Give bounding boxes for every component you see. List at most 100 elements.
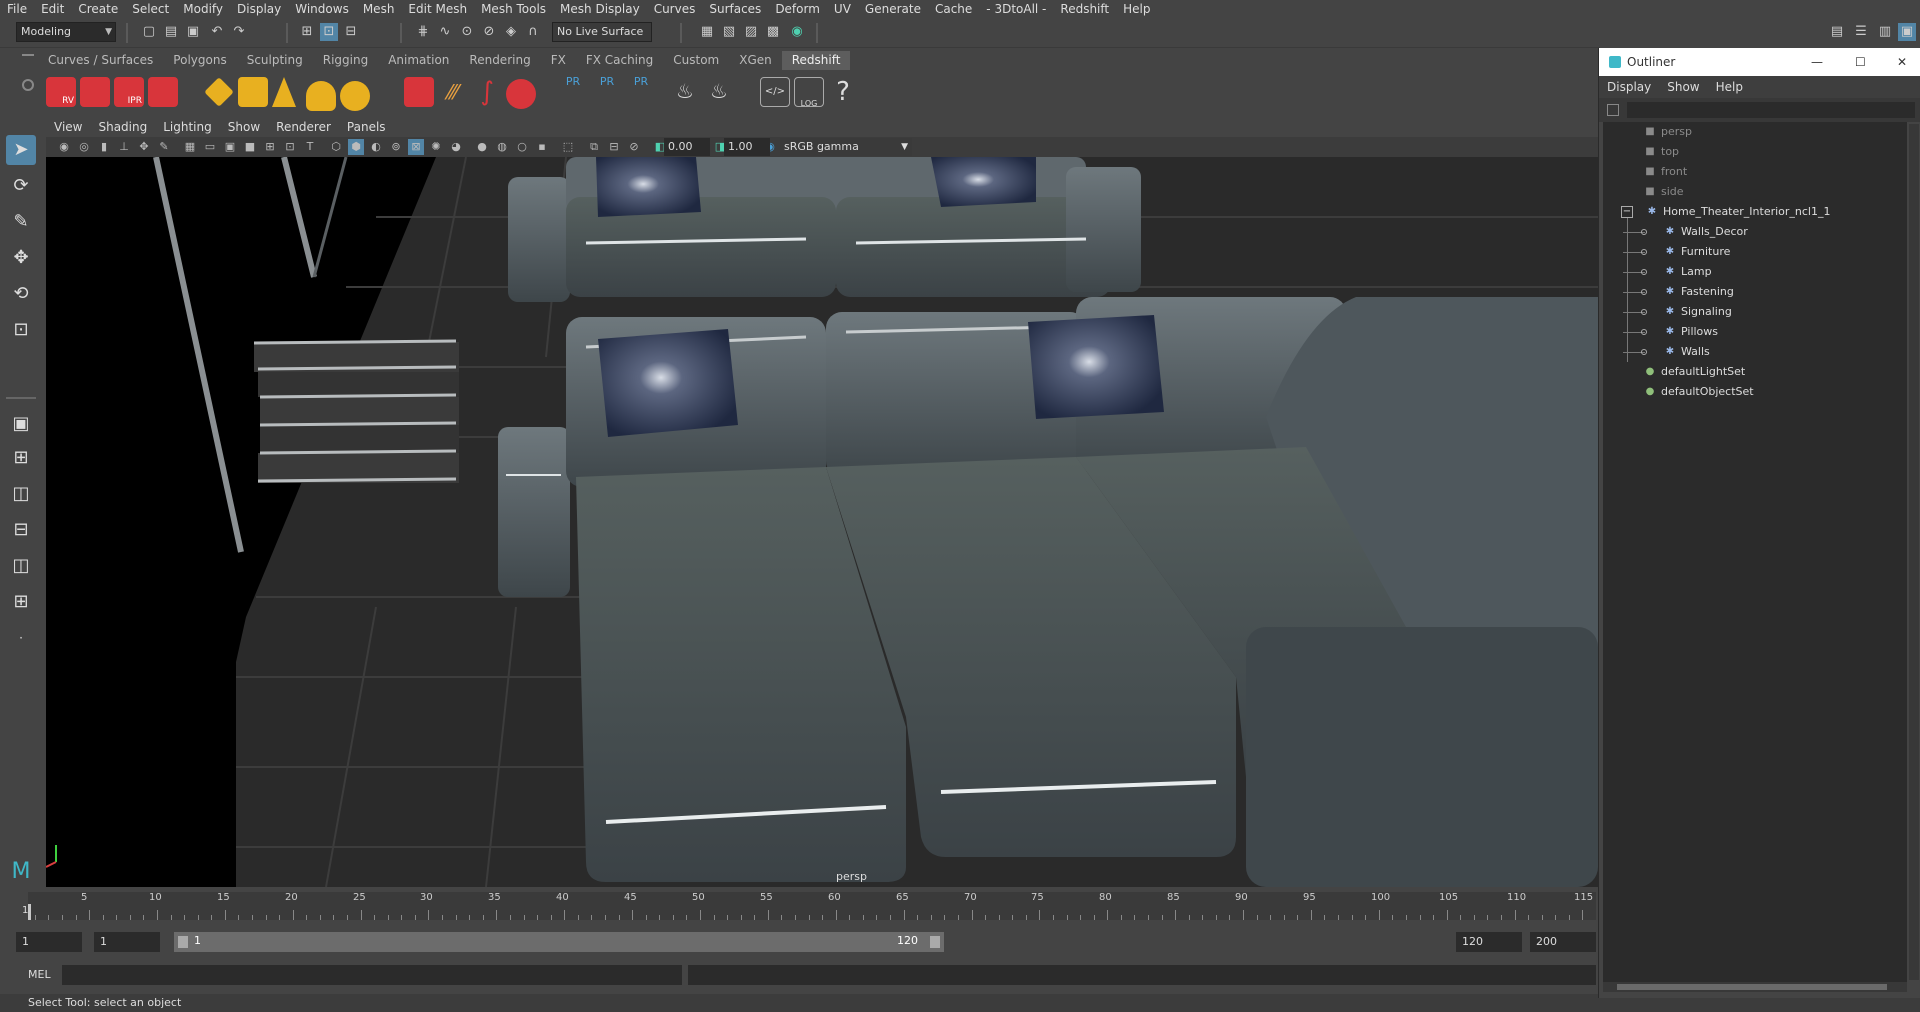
camera-attrs-icon[interactable]: ◎ [76, 139, 92, 155]
menu-item[interactable]: UV [827, 0, 858, 18]
shelf-tab[interactable]: Polygons [163, 51, 236, 70]
menu-item[interactable]: Display [230, 0, 288, 18]
menu-item[interactable]: Help [1116, 0, 1157, 18]
redshift-pr-cube-icon[interactable]: PR [558, 75, 588, 105]
shelf-tab[interactable]: Custom [663, 51, 729, 70]
redo-icon[interactable]: ↷ [230, 23, 248, 41]
select-object-icon[interactable]: ⊡ [320, 23, 338, 41]
close-icon[interactable]: ✕ [1897, 48, 1907, 76]
panel-menu-item[interactable]: Lighting [155, 120, 220, 134]
horizontal-scroll-thumb[interactable] [1617, 984, 1887, 990]
redshift-teapot-icon[interactable]: ♨ [670, 79, 700, 109]
uv-layout-icon[interactable]: ⊞ [6, 587, 36, 617]
menu-item[interactable]: Mesh [356, 0, 402, 18]
depth-of-field-icon[interactable]: ▪ [534, 139, 550, 155]
hypershade-layout-icon[interactable]: ◫ [6, 551, 36, 581]
menu-item[interactable]: Edit [34, 0, 71, 18]
menu-item[interactable]: - 3DtoAll - [979, 0, 1053, 18]
gamma-field[interactable]: 1.00 [724, 138, 770, 156]
redshift-teapot-alt-icon[interactable]: ♨ [704, 79, 734, 109]
paint-select-tool-icon[interactable]: ✎ [6, 207, 36, 237]
shelf-tab[interactable]: Sculpting [237, 51, 313, 70]
grease-pencil-icon[interactable]: ✎ [156, 139, 172, 155]
shelf-tab[interactable]: Rigging [313, 51, 378, 70]
outliner-vertical-scrollbar[interactable] [1909, 124, 1919, 980]
shelf-tab[interactable]: Animation [378, 51, 459, 70]
minimize-icon[interactable]: — [1811, 48, 1823, 76]
outliner-item[interactable]: ■ front [1643, 162, 1687, 182]
range-end-handle[interactable] [930, 936, 940, 948]
bookmark-icon[interactable]: ▮ [96, 139, 112, 155]
screen-space-ao-icon[interactable]: ● [474, 139, 490, 155]
attribute-editor-icon[interactable]: ☰ [1852, 23, 1870, 41]
outliner-persp-layout-icon[interactable]: ◫ [6, 479, 36, 509]
panel-menu-item[interactable]: View [46, 120, 90, 134]
ipr-render-icon[interactable]: ▨ [742, 23, 760, 41]
shelf-tab[interactable]: XGen [729, 51, 782, 70]
rotate-tool-icon[interactable]: ⟲ [6, 279, 36, 309]
shelf-tab[interactable]: Rendering [459, 51, 540, 70]
wireframe-on-shaded-icon[interactable]: ⊚ [388, 139, 404, 155]
redshift-dome-light-icon[interactable] [306, 81, 336, 111]
field-chart-icon[interactable]: ⊞ [262, 139, 278, 155]
panel-menu-item[interactable]: Shading [90, 120, 155, 134]
shelf-tab[interactable]: FX [541, 51, 576, 70]
render-view-icon[interactable]: ▦ [698, 23, 716, 41]
camera-select-icon[interactable]: ◉ [56, 139, 72, 155]
filter-icon[interactable] [1607, 104, 1619, 116]
motion-blur-icon[interactable]: ◍ [494, 139, 510, 155]
redshift-render-view-icon[interactable]: RV [46, 77, 76, 107]
xray-icon[interactable]: ⧉ [586, 139, 602, 155]
shadows-icon[interactable]: ◕ [448, 139, 464, 155]
menu-item[interactable]: Curves [647, 0, 703, 18]
outliner-menu-item[interactable]: Display [1599, 80, 1659, 94]
mel-input[interactable] [62, 965, 682, 985]
four-view-layout-icon[interactable]: ⊞ [6, 443, 36, 473]
menu-item[interactable]: Mesh Display [553, 0, 647, 18]
panel-menu-item[interactable]: Show [220, 120, 268, 134]
render-settings-icon[interactable]: ▩ [764, 23, 782, 41]
help-question-icon[interactable]: ? [828, 77, 858, 107]
range-start-handle[interactable] [178, 936, 188, 948]
snap-grid-icon[interactable]: ⋕ [414, 23, 432, 41]
grid-toggle-icon[interactable]: ▦ [182, 139, 198, 155]
redshift-script-icon[interactable]: </> [760, 77, 790, 107]
save-scene-icon[interactable]: ▣ [184, 23, 202, 41]
outliner-item[interactable]: ● defaultObjectSet [1643, 382, 1754, 402]
graph-layout-icon[interactable]: ⊟ [6, 515, 36, 545]
playback-start-field[interactable]: 1 [94, 932, 160, 952]
safe-action-icon[interactable]: ⊡ [282, 139, 298, 155]
panel-menu-item[interactable]: Renderer [268, 120, 339, 134]
new-scene-icon[interactable]: ▢ [140, 23, 158, 41]
snap-point-icon[interactable]: ⊙ [458, 23, 476, 41]
colorspace-dropdown[interactable]: sRGB gamma ▼ [780, 138, 912, 156]
outliner-item[interactable]: ■ top [1643, 142, 1679, 162]
collapse-icon[interactable]: · [6, 623, 36, 653]
outliner-horizontal-scrollbar[interactable] [1603, 982, 1907, 992]
time-slider-strip[interactable]: 5 10 15 20 25 30 35 40 45 50 55 60 65 70 75 80 85 90 95 100… [22, 892, 1596, 920]
outliner-item[interactable]: ✱ Signaling [1623, 302, 1732, 322]
redshift-pr-export-icon[interactable]: PR [592, 75, 622, 105]
animation-start-field[interactable]: 1 [16, 932, 82, 952]
xray-active-icon[interactable]: ⊘ [626, 139, 642, 155]
redshift-ipr-icon[interactable]: IPR [114, 77, 144, 107]
undo-icon[interactable]: ↶ [208, 23, 226, 41]
select-component-icon[interactable]: ⊟ [342, 23, 360, 41]
redshift-log-icon[interactable]: LOG [794, 77, 824, 108]
use-all-lights-icon[interactable]: ✺ [428, 139, 444, 155]
shelf-menu-icon[interactable] [22, 54, 34, 56]
snap-surface-icon[interactable]: ◈ [502, 23, 520, 41]
menu-item[interactable]: Surfaces [702, 0, 768, 18]
redshift-snapshot-icon[interactable] [80, 77, 110, 107]
open-scene-icon[interactable]: ▤ [162, 23, 180, 41]
outliner-item[interactable]: ✱ Furniture [1623, 242, 1730, 262]
menu-item[interactable]: Deform [768, 0, 827, 18]
isolate-select-icon[interactable]: ⬚ [560, 139, 576, 155]
image-plane-icon[interactable]: ⊥ [116, 139, 132, 155]
outliner-menu-item[interactable]: Show [1659, 80, 1707, 94]
modeling-toolkit-icon[interactable]: ▤ [1828, 23, 1846, 41]
playback-end-field[interactable]: 120 [1456, 932, 1522, 952]
outliner-search-input[interactable] [1627, 102, 1915, 118]
range-slider-bar[interactable]: 1 120 [174, 932, 944, 952]
animation-end-field[interactable]: 200 [1530, 932, 1596, 952]
